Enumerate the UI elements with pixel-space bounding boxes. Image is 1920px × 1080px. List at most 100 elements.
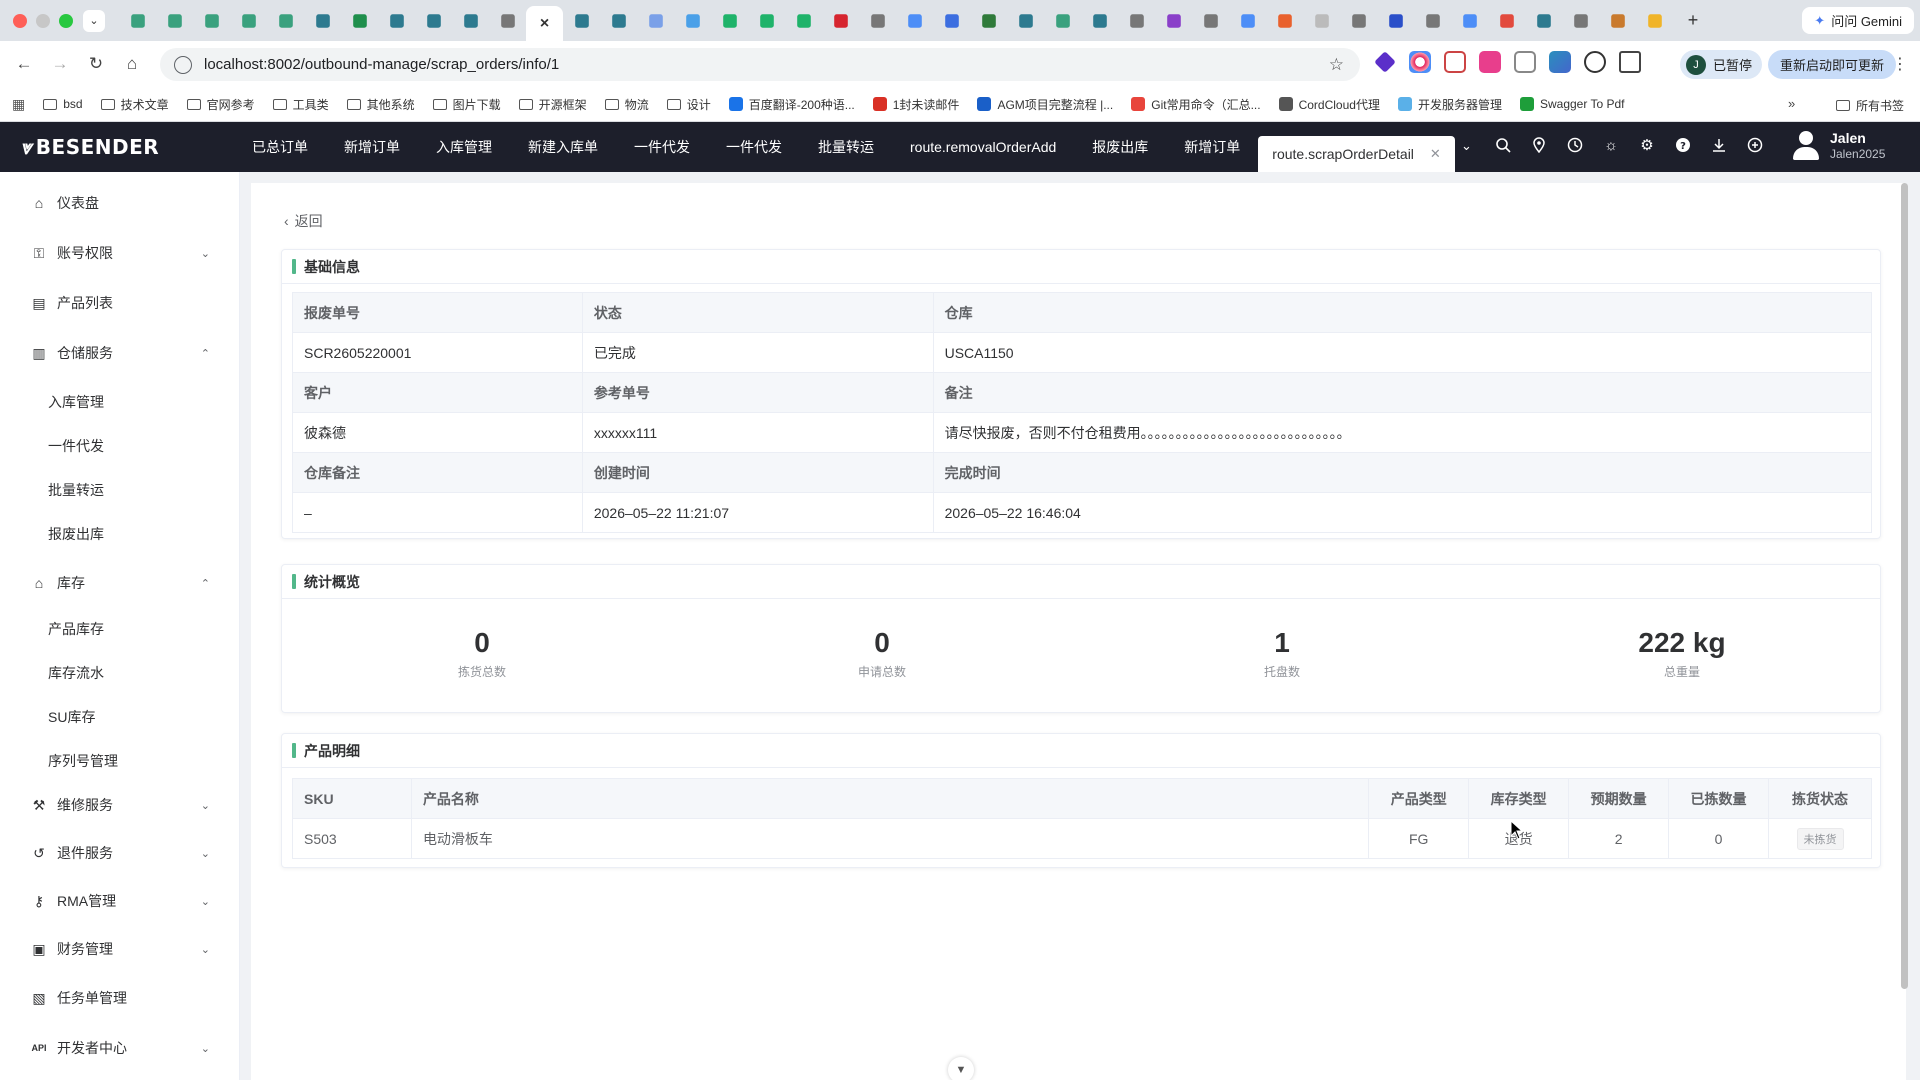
browser-tab[interactable]: [970, 6, 1007, 36]
browser-tab[interactable]: [1155, 6, 1192, 36]
apps-grid-icon[interactable]: ▦: [12, 96, 25, 113]
sidebar-item[interactable]: ▤ 产品列表: [0, 283, 240, 323]
nav-tab[interactable]: route.removalOrderAdd: [892, 122, 1074, 172]
search-icon[interactable]: [1494, 136, 1512, 154]
all-bookmarks-button[interactable]: 所有书签: [1835, 97, 1904, 114]
browser-tab[interactable]: [341, 6, 378, 36]
back-link[interactable]: ‹ 返回: [284, 211, 323, 231]
sidebar-item[interactable]: ↺ 退件服务 ⌄: [0, 833, 240, 873]
browser-tab[interactable]: [1192, 6, 1229, 36]
bookmark-item[interactable]: bsd: [43, 97, 83, 111]
browser-tab[interactable]: [1525, 6, 1562, 36]
nav-tab[interactable]: 新增订单: [326, 122, 418, 172]
more-bookmarks-icon[interactable]: »: [1788, 96, 1795, 111]
settings-gear-icon[interactable]: ⚙: [1638, 136, 1656, 154]
browser-tab[interactable]: [1636, 6, 1673, 36]
bookmark-item[interactable]: Swagger To Pdf: [1519, 97, 1624, 111]
back-arrow-icon[interactable]: ←: [6, 54, 42, 74]
nav-tab[interactable]: 一件代发: [616, 122, 708, 172]
history-clock-icon[interactable]: [1566, 136, 1584, 154]
browser-tab[interactable]: [119, 6, 156, 36]
bookmark-item[interactable]: 工具类: [272, 96, 329, 113]
browser-tab[interactable]: [674, 6, 711, 36]
tab-search-chevron-icon[interactable]: ⌄: [83, 9, 105, 32]
extension-pink-icon[interactable]: [1479, 51, 1501, 73]
sidebar-item[interactable]: 一件代发: [0, 426, 240, 466]
bookmark-item[interactable]: 物流: [604, 96, 649, 113]
bookmark-item[interactable]: 技术文章: [100, 96, 169, 113]
location-pin-icon[interactable]: [1530, 136, 1548, 154]
sidebar-item[interactable]: ⚒ 维修服务 ⌄: [0, 785, 240, 825]
nav-tab[interactable]: 已总订单: [234, 122, 326, 172]
zoom-window-button[interactable]: [59, 13, 73, 28]
forward-arrow-icon[interactable]: →: [42, 54, 78, 74]
bookmark-item[interactable]: 其他系统: [346, 96, 415, 113]
browser-tab[interactable]: [1007, 6, 1044, 36]
browser-tab[interactable]: [156, 6, 193, 36]
nav-tab[interactable]: 报废出库: [1074, 122, 1166, 172]
browser-tab[interactable]: [748, 6, 785, 36]
logo[interactable]: ⩔ BESENDER: [0, 135, 234, 159]
bookmark-item[interactable]: AGM项目完整流程 |...: [977, 96, 1113, 113]
bookmark-item[interactable]: 图片下载: [432, 96, 501, 113]
sidebar-item[interactable]: ▥ 仓储服务 ⌃: [0, 333, 240, 373]
browser-tab[interactable]: [637, 6, 674, 36]
close-tab-icon[interactable]: ✕: [1430, 146, 1441, 162]
add-circle-icon[interactable]: [1746, 136, 1764, 154]
nav-tab[interactable]: 批量转运: [800, 122, 892, 172]
nav-tab[interactable]: 入库管理: [418, 122, 510, 172]
reload-icon[interactable]: ↻: [78, 54, 114, 74]
browser-tab[interactable]: [267, 6, 304, 36]
browser-tab[interactable]: [600, 6, 637, 36]
theme-sun-icon[interactable]: ☼: [1602, 136, 1620, 154]
browser-tab[interactable]: [563, 6, 600, 36]
close-tab-icon[interactable]: ×: [537, 15, 553, 32]
browser-tab[interactable]: [933, 6, 970, 36]
main-scrollbar[interactable]: [1901, 183, 1908, 989]
nav-tab[interactable]: 新建入库单: [510, 122, 616, 172]
new-tab-button[interactable]: +: [1679, 10, 1707, 31]
nav-tab-active[interactable]: route.scrapOrderDetail ✕: [1258, 136, 1455, 172]
extension-diamond-icon[interactable]: [1374, 51, 1396, 73]
sidebar-item[interactable]: ▧ 任务单管理: [0, 978, 240, 1018]
extension-puzzle-red-icon[interactable]: [1444, 51, 1466, 73]
extensions-puzzle-icon[interactable]: [1619, 51, 1641, 73]
sidebar-item[interactable]: 批量转运: [0, 470, 240, 510]
bookmark-item[interactable]: 官网参考: [186, 96, 255, 113]
relaunch-update-button[interactable]: 重新启动即可更新: [1768, 50, 1897, 79]
browser-tab[interactable]: [1488, 6, 1525, 36]
bookmark-item[interactable]: 设计: [666, 96, 711, 113]
nav-more-chevron-icon[interactable]: ⌄: [1461, 138, 1472, 154]
browser-tab[interactable]: [1044, 6, 1081, 36]
scroll-down-chevron-icon[interactable]: ▼: [948, 1057, 974, 1080]
user-menu[interactable]: Jalen Jalen2025: [1792, 130, 1885, 162]
browser-tab[interactable]: [1451, 6, 1488, 36]
sidebar-item[interactable]: 产品库存: [0, 609, 240, 649]
sidebar-item[interactable]: ⚿ 账号权限 ⌄: [0, 233, 240, 273]
browser-tab[interactable]: [859, 6, 896, 36]
browser-tab[interactable]: [304, 6, 341, 36]
sidebar-item[interactable]: API 开发者中心 ⌄: [0, 1028, 240, 1068]
browser-tab[interactable]: [1377, 6, 1414, 36]
help-icon[interactable]: ?: [1674, 136, 1692, 154]
browser-tab[interactable]: [489, 6, 526, 36]
bookmark-item[interactable]: CordCloud代理: [1278, 96, 1380, 113]
sidebar-item[interactable]: ⌂ 仪表盘: [0, 183, 240, 223]
download-icon[interactable]: [1710, 136, 1728, 154]
home-icon[interactable]: ⌂: [114, 54, 150, 74]
bookmark-star-icon[interactable]: ☆: [1329, 55, 1344, 75]
browser-tab[interactable]: [1340, 6, 1377, 36]
sidebar-item[interactable]: 库存流水: [0, 653, 240, 693]
extension-color-icon[interactable]: [1409, 51, 1431, 73]
sidebar-item[interactable]: 序列号管理: [0, 741, 240, 781]
bookmark-item[interactable]: 开发服务器管理: [1397, 96, 1502, 113]
close-window-button[interactable]: [13, 13, 27, 28]
sidebar-item[interactable]: ▣ 财务管理 ⌄: [0, 929, 240, 969]
extension-openai-icon[interactable]: [1584, 51, 1606, 73]
sidebar-item[interactable]: ⌂ 库存 ⌃: [0, 563, 240, 603]
browser-tab[interactable]: [1303, 6, 1340, 36]
browser-tab[interactable]: [1118, 6, 1155, 36]
address-bar[interactable]: localhost:8002/outbound-manage/scrap_ord…: [160, 48, 1360, 81]
bookmark-item[interactable]: 1封未读邮件: [872, 96, 959, 113]
browser-tab[interactable]: [1414, 6, 1451, 36]
